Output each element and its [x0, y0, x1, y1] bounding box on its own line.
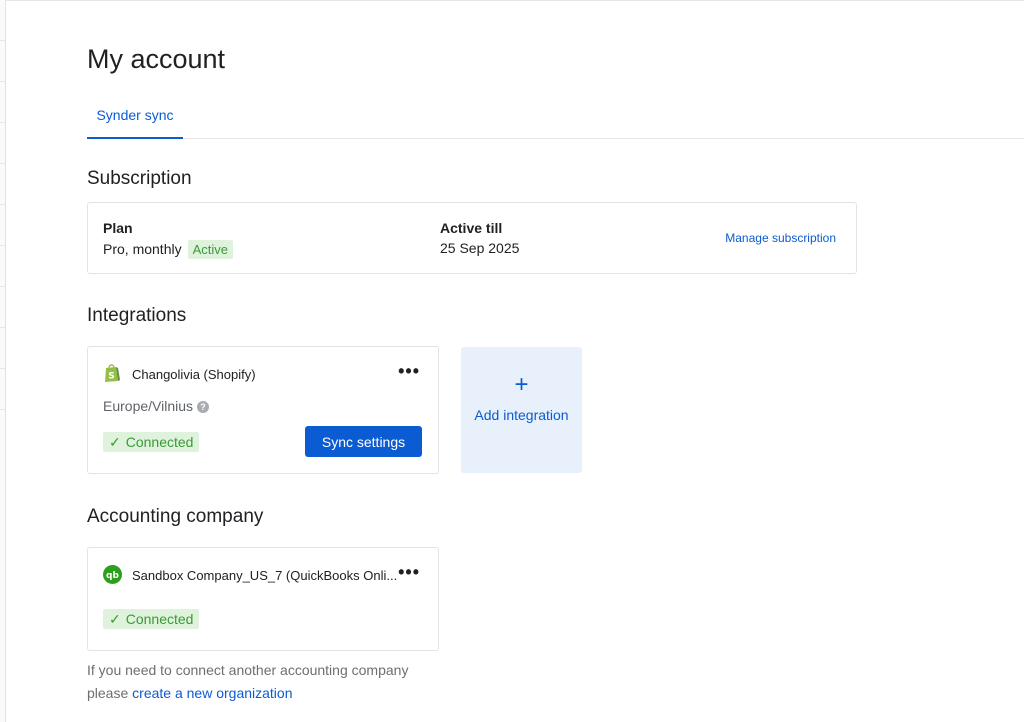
strip-divider: [0, 409, 5, 410]
accounting-note-text: If you need to connect another accountin…: [87, 662, 409, 678]
timezone-value: Europe/Vilnius: [103, 398, 194, 414]
integration-name: Changolivia (Shopify): [132, 367, 256, 382]
page-title: My account: [87, 44, 226, 74]
create-organization-link[interactable]: create a new organization: [132, 685, 292, 701]
strip-divider: [0, 122, 5, 123]
integration-status-text: Connected: [125, 434, 194, 450]
integrations-title: Integrations: [87, 305, 187, 326]
plan-value: Pro, monthly: [103, 241, 182, 257]
sync-settings-button[interactable]: Sync settings: [305, 426, 422, 457]
accounting-company-name: Sandbox Company_US_7 (QuickBooks Onli...: [132, 568, 398, 583]
plan-value-row: Pro, monthly Active: [103, 240, 233, 259]
strip-divider: [0, 286, 5, 287]
strip-divider: [0, 163, 5, 164]
add-integration-label: Add integration: [474, 407, 569, 423]
strip-divider: [0, 368, 5, 369]
strip-divider: [0, 327, 5, 328]
accounting-note-prefix: please: [87, 685, 129, 701]
accounting-more-icon[interactable]: •••: [398, 562, 420, 583]
top-divider: [5, 0, 1024, 1]
plan-label: Plan: [103, 220, 133, 236]
strip-divider: [0, 245, 5, 246]
timezone-row: Europe/Vilnius?: [103, 398, 210, 414]
accounting-note: If you need to connect another accountin…: [87, 659, 408, 705]
check-icon: ✓: [109, 434, 121, 450]
accounting-status-badge: ✓ Connected: [103, 609, 200, 629]
strip-divider: [0, 204, 5, 205]
svg-text:S: S: [108, 372, 114, 382]
check-icon: ✓: [109, 611, 121, 627]
shopify-icon: S: [103, 363, 121, 388]
subscription-card: Plan Pro, monthly Active Active till 25 S…: [87, 202, 857, 274]
quickbooks-icon: qb: [103, 565, 122, 589]
status-badge: Active: [187, 240, 233, 259]
integration-card: S Changolivia (Shopify) ••• Europe/Vilni…: [87, 346, 439, 474]
manage-subscription-link[interactable]: Manage subscription: [725, 231, 836, 245]
subscription-title: Subscription: [87, 168, 192, 189]
left-edge-strip: [0, 0, 6, 722]
help-icon[interactable]: ?: [197, 401, 210, 414]
integration-more-icon[interactable]: •••: [398, 361, 420, 382]
integration-status-badge: ✓ Connected: [103, 432, 200, 452]
tab-synder-sync[interactable]: Synder sync: [87, 98, 183, 139]
strip-divider: [0, 81, 5, 82]
svg-text:qb: qb: [106, 571, 119, 581]
accounting-card: qb Sandbox Company_US_7 (QuickBooks Onli…: [87, 547, 439, 651]
strip-divider: [0, 40, 5, 41]
tab-bar: Synder sync: [87, 98, 1024, 139]
accounting-title: Accounting company: [87, 506, 264, 527]
active-till-label: Active till: [440, 220, 503, 236]
accounting-status-text: Connected: [125, 611, 194, 627]
plus-icon: +: [514, 371, 529, 398]
active-till-value: 25 Sep 2025: [440, 240, 520, 256]
add-integration-button[interactable]: + Add integration: [461, 347, 582, 473]
accounting-note-line2: please create a new organization: [87, 682, 408, 705]
